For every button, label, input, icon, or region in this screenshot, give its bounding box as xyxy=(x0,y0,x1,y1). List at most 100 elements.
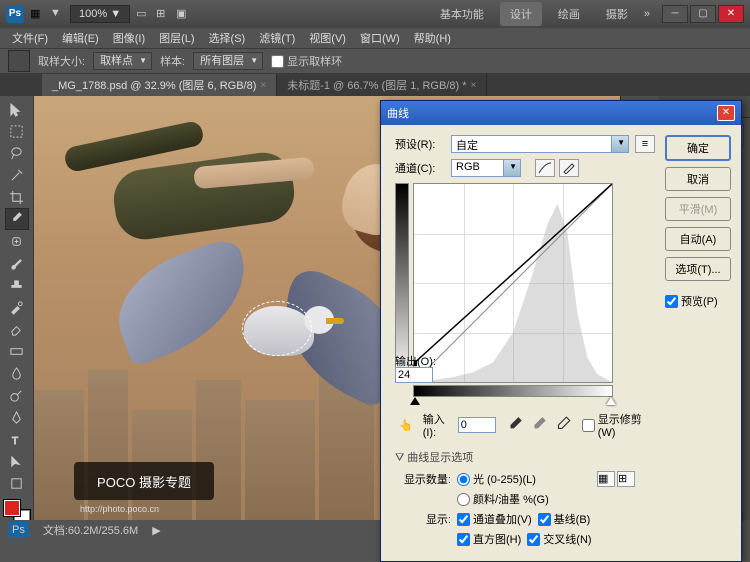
status-doc-size: 文档:60.2M/255.6M xyxy=(43,522,138,538)
preset-dropdown[interactable]: 自定 xyxy=(451,135,629,153)
wand-tool[interactable] xyxy=(5,164,29,186)
taskbar-ps-icon[interactable]: Ps xyxy=(8,522,29,538)
menu-file[interactable]: 文件(F) xyxy=(6,28,54,48)
document-tab-2[interactable]: 未标题-1 @ 66.7% (图层 1, RGB/8) *× xyxy=(277,74,487,96)
amount-light-radio[interactable]: 光 (0-255)(L) xyxy=(457,471,536,487)
shape-tool[interactable] xyxy=(5,472,29,494)
marquee-tool[interactable] xyxy=(5,120,29,142)
cancel-button[interactable]: 取消 xyxy=(665,167,731,191)
eraser-tool[interactable] xyxy=(5,318,29,340)
white-eyedropper-icon[interactable] xyxy=(554,416,572,434)
menu-window[interactable]: 窗口(W) xyxy=(354,28,406,48)
hand-icon[interactable]: 👆 xyxy=(399,419,413,432)
screen-mode-icon[interactable]: ▣ xyxy=(176,7,190,21)
curve-graph[interactable] xyxy=(413,183,613,383)
input-input[interactable] xyxy=(458,417,496,433)
tab-close-icon[interactable]: × xyxy=(470,80,476,91)
selection-marquee xyxy=(242,301,312,356)
curve-line[interactable] xyxy=(414,184,612,382)
dialog-title: 曲线 xyxy=(387,105,717,121)
input-label: 输入(I): xyxy=(423,411,454,439)
bridge-icon[interactable]: ▦ xyxy=(30,7,44,21)
show-baseline-checkbox[interactable]: 基线(B) xyxy=(538,511,594,527)
show-rings-checkbox[interactable]: 显示取样环 xyxy=(271,53,342,69)
pencil-mode-icon[interactable] xyxy=(559,159,579,177)
blur-tool[interactable] xyxy=(5,362,29,384)
document-tab-1[interactable]: _MG_1788.psd @ 32.9% (图层 6, RGB/8)× xyxy=(42,74,277,96)
dodge-tool[interactable] xyxy=(5,384,29,406)
smooth-button[interactable]: 平滑(M) xyxy=(665,197,731,221)
gray-eyedropper-icon[interactable] xyxy=(530,416,548,434)
gradient-tool[interactable] xyxy=(5,340,29,362)
history-brush-tool[interactable] xyxy=(5,296,29,318)
show-histogram-checkbox[interactable]: 直方图(H) xyxy=(457,531,521,547)
workspace-more-icon[interactable]: » xyxy=(644,8,650,20)
sample-layers-dropdown[interactable]: 所有图层 xyxy=(193,52,263,70)
input-gradient[interactable] xyxy=(413,385,613,397)
brush-tool[interactable] xyxy=(5,252,29,274)
workspace-tab-design[interactable]: 设计 xyxy=(500,2,542,26)
menu-help[interactable]: 帮助(H) xyxy=(408,28,457,48)
crop-tool[interactable] xyxy=(5,186,29,208)
preset-label: 预设(R): xyxy=(395,136,445,152)
preset-menu-icon[interactable]: ≡ xyxy=(635,135,655,153)
white-point-slider[interactable] xyxy=(606,397,616,405)
minimize-button[interactable]: ─ xyxy=(662,5,688,23)
eyedropper-tool[interactable] xyxy=(5,208,29,230)
menu-layer[interactable]: 图层(L) xyxy=(153,28,200,48)
minibridge-icon[interactable]: ▼ xyxy=(50,7,64,21)
close-button[interactable]: ✕ xyxy=(718,5,744,23)
options-button[interactable]: 选项(T)... xyxy=(665,257,731,281)
sample-label: 样本: xyxy=(160,53,185,69)
show-clipping-checkbox[interactable]: 显示修剪(W) xyxy=(582,411,655,439)
maximize-button[interactable]: ▢ xyxy=(690,5,716,23)
auto-button[interactable]: 自动(A) xyxy=(665,227,731,251)
grid-detailed-icon[interactable]: ⊞ xyxy=(617,471,635,487)
curve-mode-icon[interactable] xyxy=(535,159,555,177)
menu-select[interactable]: 选择(S) xyxy=(203,28,252,48)
dialog-close-button[interactable]: ✕ xyxy=(717,105,735,121)
view-extras-icon[interactable]: ▭ xyxy=(136,7,150,21)
path-select-tool[interactable] xyxy=(5,450,29,472)
tab-close-icon[interactable]: × xyxy=(260,80,266,91)
app-logo: Ps xyxy=(6,5,24,23)
toolbox: T xyxy=(0,96,34,540)
amount-ink-radio[interactable]: 颜料/油墨 %(G) xyxy=(457,491,549,507)
workspace-tab-painting[interactable]: 绘画 xyxy=(548,2,590,26)
canvas-bird xyxy=(114,246,414,406)
grid-simple-icon[interactable]: ▦ xyxy=(597,471,615,487)
output-input[interactable] xyxy=(395,367,433,383)
curves-dialog: 曲线 ✕ 预设(R): 自定 ≡ 通道(C): RGB xyxy=(380,100,742,562)
channel-dropdown[interactable]: RGB xyxy=(451,159,521,177)
amount-label: 显示数量: xyxy=(395,471,451,487)
show-overlay-checkbox[interactable]: 通道叠加(V) xyxy=(457,511,532,527)
dialog-titlebar[interactable]: 曲线 ✕ xyxy=(381,101,741,125)
lasso-tool[interactable] xyxy=(5,142,29,164)
sample-size-label: 取样大小: xyxy=(38,53,85,69)
type-tool[interactable]: T xyxy=(5,428,29,450)
show-intersection-checkbox[interactable]: 交叉线(N) xyxy=(527,531,591,547)
menu-edit[interactable]: 编辑(E) xyxy=(56,28,105,48)
pen-tool[interactable] xyxy=(5,406,29,428)
tool-preset-icon[interactable] xyxy=(8,50,30,72)
watermark-url: http://photo.poco.cn xyxy=(80,504,159,514)
status-arrow-icon[interactable]: ▶ xyxy=(152,524,160,537)
workspace-tab-photography[interactable]: 摄影 xyxy=(596,2,638,26)
watermark-poco: POCO 摄影专题 xyxy=(74,462,214,500)
svg-text:T: T xyxy=(12,436,19,447)
curve-display-options-toggle[interactable]: ⛛ 曲线显示选项 xyxy=(395,449,655,465)
arrange-icon[interactable]: ⊞ xyxy=(156,7,170,21)
sample-size-dropdown[interactable]: 取样点 xyxy=(93,52,152,70)
menu-filter[interactable]: 滤镜(T) xyxy=(253,28,301,48)
move-tool[interactable] xyxy=(5,98,29,120)
healing-tool[interactable] xyxy=(5,230,29,252)
preview-checkbox[interactable]: 预览(P) xyxy=(665,293,731,309)
black-point-slider[interactable] xyxy=(410,397,420,405)
black-eyedropper-icon[interactable] xyxy=(506,416,524,434)
stamp-tool[interactable] xyxy=(5,274,29,296)
workspace-tab-essentials[interactable]: 基本功能 xyxy=(430,2,494,26)
menu-view[interactable]: 视图(V) xyxy=(303,28,352,48)
menu-image[interactable]: 图像(I) xyxy=(107,28,151,48)
zoom-level[interactable]: 100% ▼ xyxy=(70,5,130,23)
ok-button[interactable]: 确定 xyxy=(665,135,731,161)
